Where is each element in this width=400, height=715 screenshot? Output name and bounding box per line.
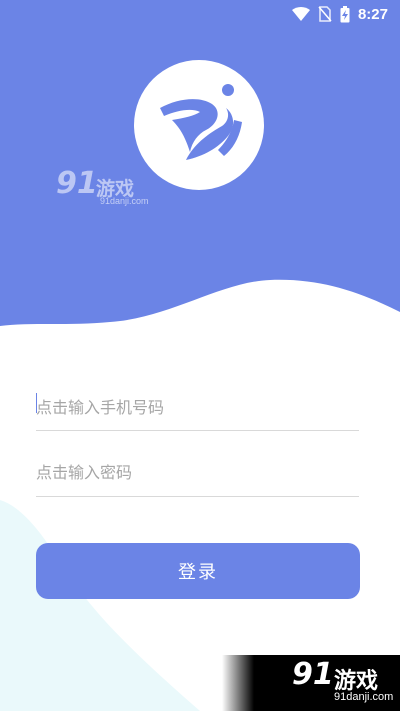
watermark-domain: 91danji.com [100, 196, 149, 206]
password-input[interactable] [36, 448, 359, 497]
phone-input[interactable] [36, 384, 359, 431]
battery-charging-icon [340, 5, 350, 23]
status-bar: 8:27 [0, 0, 400, 28]
text-cursor [36, 393, 37, 413]
watermark-top: 91 游戏 91danji.com [56, 166, 166, 208]
no-sim-icon [318, 6, 332, 22]
watermark-bottom: 91 游戏 91danji.com [222, 655, 400, 711]
status-time: 8:27 [357, 5, 388, 23]
wifi-icon [291, 7, 310, 21]
watermark-bottom-domain: 91danji.com [334, 691, 394, 703]
watermark-number: 91 [56, 166, 98, 201]
login-button[interactable]: 登录 [36, 543, 360, 599]
watermark-bottom-number: 91 [292, 657, 334, 692]
